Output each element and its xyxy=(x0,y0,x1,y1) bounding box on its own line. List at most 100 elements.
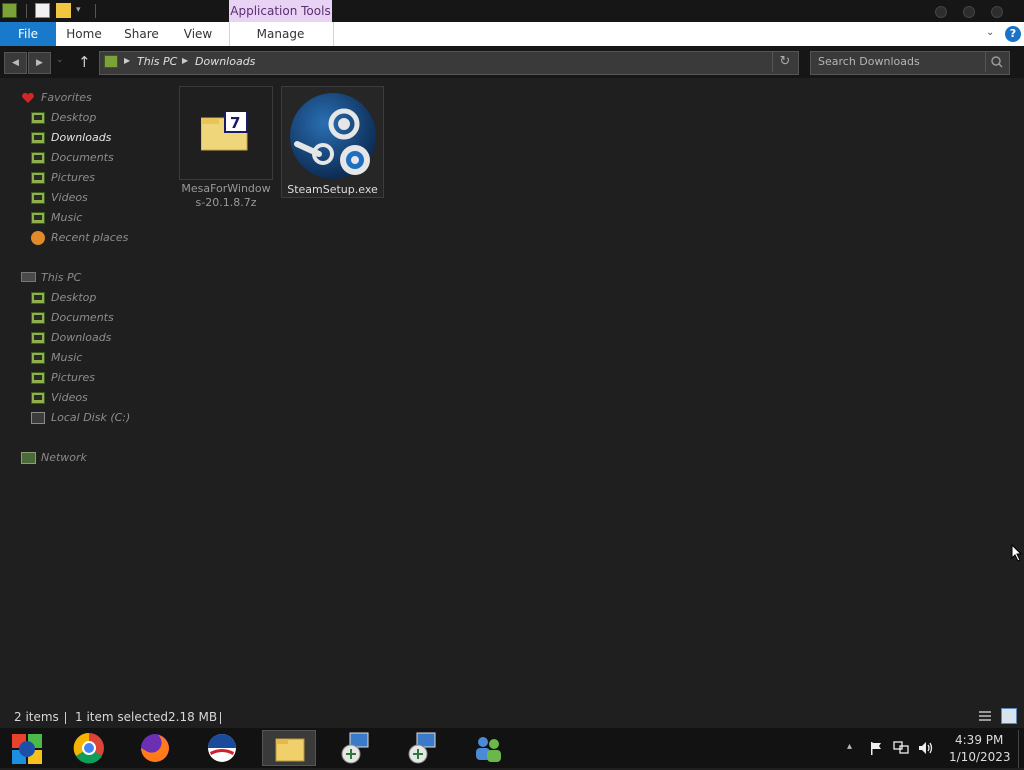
network-icon xyxy=(21,452,36,464)
sidebar-group-network[interactable]: Network xyxy=(0,448,170,468)
documents-folder-icon xyxy=(31,312,45,324)
minimize-button[interactable] xyxy=(935,6,947,18)
network-setup-icon[interactable] xyxy=(328,730,382,766)
volume-icon[interactable] xyxy=(918,741,934,755)
7z-archive-icon: 7 xyxy=(200,109,249,151)
sidebar-item-fav-videos[interactable]: Videos xyxy=(0,188,170,208)
users-icon[interactable] xyxy=(461,730,515,766)
properties-icon[interactable] xyxy=(35,3,50,18)
action-center-flag-icon[interactable] xyxy=(869,741,883,755)
computer-icon xyxy=(21,272,36,282)
sidebar-item-label: Desktop xyxy=(51,111,97,124)
videos-folder-icon xyxy=(31,392,45,404)
start-button[interactable] xyxy=(0,730,54,766)
chevron-right-icon[interactable]: ▶ xyxy=(182,56,188,65)
sidebar-group-favorites[interactable]: Favorites xyxy=(0,88,170,108)
explorer-icon xyxy=(2,3,17,18)
close-button[interactable] xyxy=(991,6,1003,18)
recent-places-icon xyxy=(31,231,45,245)
chrome-icon[interactable] xyxy=(62,730,116,766)
sidebar-group-label: This PC xyxy=(41,271,82,284)
sidebar-item-fav-documents[interactable]: Documents xyxy=(0,148,170,168)
desktop-folder-icon xyxy=(31,292,45,304)
tab-file[interactable]: File xyxy=(0,22,56,46)
sidebar-item-fav-pictures[interactable]: Pictures xyxy=(0,168,170,188)
file-item-selected[interactable]: SteamSetup.exe xyxy=(281,86,384,198)
tab-manage[interactable]: Manage xyxy=(229,22,332,46)
sidebar-item-pc-desktop[interactable]: Desktop xyxy=(0,288,170,308)
network-status-icon[interactable] xyxy=(893,741,909,755)
chevron-right-icon[interactable]: ▶ xyxy=(124,56,130,65)
maximize-button[interactable] xyxy=(963,6,975,18)
show-desktop-button[interactable] xyxy=(1018,730,1024,768)
sidebar-item-label: Music xyxy=(51,351,83,364)
obama-logo-icon[interactable] xyxy=(195,730,249,766)
music-folder-icon xyxy=(31,352,45,364)
sidebar-item-fav-desktop[interactable]: Desktop xyxy=(0,108,170,128)
sidebar-item-fav-music[interactable]: Music xyxy=(0,208,170,228)
steam-icon xyxy=(289,92,377,180)
sidebar-item-label: Desktop xyxy=(51,291,97,304)
back-button[interactable]: ◀ xyxy=(4,52,27,74)
sidebar-item-pc-documents[interactable]: Documents xyxy=(0,308,170,328)
sidebar-item-label: Pictures xyxy=(51,371,96,384)
sidebar-item-label: Pictures xyxy=(51,171,96,184)
customize-toolbar-chevron-icon[interactable]: ▾ xyxy=(76,5,81,15)
documents-folder-icon xyxy=(31,152,45,164)
up-arrow-icon[interactable]: ↑ xyxy=(78,53,91,71)
item-count: 2 items xyxy=(14,710,59,724)
downloads-folder-icon xyxy=(31,132,45,144)
details-view-icon[interactable] xyxy=(978,709,992,723)
sidebar-item-label: Music xyxy=(51,211,83,224)
firefox-icon[interactable] xyxy=(128,730,182,766)
refresh-icon[interactable]: ↻ xyxy=(772,52,797,72)
sidebar-item-local-disk[interactable]: Local Disk (C:) xyxy=(0,408,170,428)
help-icon[interactable]: ? xyxy=(1005,26,1021,42)
sidebar-item-pc-music[interactable]: Music xyxy=(0,348,170,368)
sidebar-item-label: Recent places xyxy=(51,231,129,244)
breadcrumb-downloads[interactable]: Downloads xyxy=(195,55,255,68)
music-folder-icon xyxy=(31,212,45,224)
mouse-cursor-icon xyxy=(1011,543,1023,562)
pictures-folder-icon xyxy=(31,372,45,384)
large-icons-view-icon[interactable] xyxy=(1001,708,1017,724)
sidebar-item-label: Local Disk (C:) xyxy=(51,411,131,424)
show-hidden-icons-chevron[interactable]: ▴ xyxy=(847,741,852,752)
forward-button[interactable]: ▶ xyxy=(28,52,51,74)
heart-icon xyxy=(21,92,35,104)
this-pc-icon xyxy=(104,55,118,68)
file-name: SteamSetup.exe xyxy=(287,183,378,196)
file-item[interactable]: 7 MesaForWindow s-20.1.8.7z xyxy=(179,86,273,210)
file-name: MesaForWindow xyxy=(181,182,271,195)
sidebar-item-pc-videos[interactable]: Videos xyxy=(0,388,170,408)
sidebar-item-pc-pictures[interactable]: Pictures xyxy=(0,368,170,388)
title-bar xyxy=(0,0,1024,22)
clock-date[interactable]: 1/10/2023 xyxy=(949,750,1011,764)
search-icon[interactable] xyxy=(985,52,1008,72)
tab-home[interactable]: Home xyxy=(62,22,106,46)
network-setup-icon-2[interactable] xyxy=(395,730,449,766)
selection-count: 1 item selected xyxy=(75,710,169,724)
downloads-folder-icon xyxy=(31,332,45,344)
expand-ribbon-icon[interactable]: ⌄ xyxy=(986,27,998,39)
sidebar-item-fav-downloads[interactable]: Downloads xyxy=(0,128,170,148)
sidebar-item-label: Videos xyxy=(51,391,88,404)
tab-view[interactable]: View xyxy=(178,22,218,46)
search-input[interactable]: Search Downloads xyxy=(818,55,920,68)
file-explorer-icon[interactable] xyxy=(262,730,316,766)
separator xyxy=(220,712,221,724)
clock-time[interactable]: 4:39 PM xyxy=(955,733,1003,747)
sidebar-item-label: Downloads xyxy=(51,331,112,344)
svg-text:7: 7 xyxy=(230,114,240,132)
recent-locations-icon[interactable]: ⌄ xyxy=(56,55,64,65)
sidebar-item-recent-places[interactable]: Recent places xyxy=(0,228,170,248)
sidebar-group-this-pc[interactable]: This PC xyxy=(0,268,170,288)
sidebar-item-label: Documents xyxy=(51,151,114,164)
sidebar-group-label: Favorites xyxy=(41,91,92,104)
sidebar-item-pc-downloads[interactable]: Downloads xyxy=(0,328,170,348)
breadcrumb-this-pc[interactable]: This PC xyxy=(137,55,177,68)
sidebar-item-label: Videos xyxy=(51,191,88,204)
new-folder-icon[interactable] xyxy=(56,3,71,18)
tab-share[interactable]: Share xyxy=(119,22,164,46)
sidebar-group-label: Network xyxy=(41,451,87,464)
